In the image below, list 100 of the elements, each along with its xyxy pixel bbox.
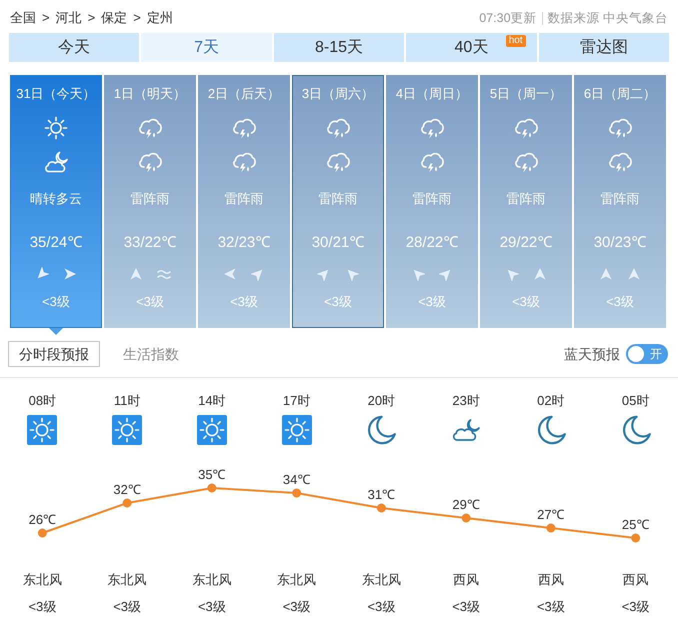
temperature-label: 34℃ bbox=[282, 472, 310, 487]
wind-level: <3级 bbox=[136, 293, 164, 310]
weather-text: 雷阵雨 bbox=[130, 190, 170, 207]
day-card[interactable]: 2日（后天） 雷阵雨 32/23℃ <3级 bbox=[198, 75, 290, 328]
wind-direction: 东北风 bbox=[362, 571, 401, 588]
weather-text: 雷阵雨 bbox=[224, 190, 264, 207]
breadcrumb-separator: > bbox=[88, 9, 96, 28]
sub-tab[interactable]: 生活指数 bbox=[112, 341, 190, 367]
temperature-range: 30/23℃ bbox=[594, 233, 646, 253]
wind-level: <3级 bbox=[622, 598, 650, 615]
day-card[interactable]: 6日（周二） 雷阵雨 30/23℃ <3级 bbox=[574, 75, 666, 328]
cloud-moon-icon bbox=[43, 150, 69, 174]
tab[interactable]: 今天 bbox=[9, 33, 140, 62]
temperature-range: 29/22℃ bbox=[500, 233, 552, 253]
day-label: 31日（今天） bbox=[16, 85, 96, 102]
temperature-range: 33/22℃ bbox=[124, 233, 176, 253]
temperature-point bbox=[546, 524, 556, 532]
temperature-label: 31℃ bbox=[368, 487, 396, 502]
wavy-lines-icon bbox=[157, 267, 171, 281]
moon-icon bbox=[620, 415, 651, 445]
wind-arrow-icon bbox=[505, 267, 519, 281]
wind-direction: 东北风 bbox=[277, 571, 316, 588]
day-label: 1日（明天） bbox=[114, 85, 186, 102]
sun-icon bbox=[112, 415, 142, 445]
sun-icon bbox=[43, 116, 69, 140]
wind-direction: 东北风 bbox=[22, 571, 62, 588]
breadcrumb-separator: > bbox=[42, 9, 50, 28]
hot-badge: hot bbox=[506, 35, 526, 47]
thunderstorm-icon bbox=[513, 116, 539, 140]
thunderstorm-icon bbox=[513, 150, 539, 174]
day-label: 6日（周二） bbox=[584, 85, 656, 102]
wind-arrow-icon bbox=[223, 267, 237, 281]
day-card[interactable]: 1日（明天） 雷阵雨 33/22℃ <3级 bbox=[104, 75, 196, 328]
thunderstorm-icon bbox=[231, 116, 257, 140]
temperature-range: 35/24℃ bbox=[30, 233, 82, 253]
wind-direction: 东北风 bbox=[108, 571, 147, 588]
hour-label: 02时 bbox=[537, 392, 565, 409]
hour-label: 20时 bbox=[368, 392, 396, 409]
thunderstorm-icon bbox=[607, 116, 633, 140]
wind-arrow-icon bbox=[129, 267, 143, 281]
toggle-label: 蓝天预报 bbox=[564, 344, 620, 364]
thunderstorm-icon bbox=[325, 150, 351, 174]
wind-arrow-icon bbox=[439, 267, 453, 281]
temperature-point bbox=[207, 484, 216, 492]
tab[interactable]: 40天 hot bbox=[406, 33, 537, 62]
day-card[interactable]: 5日（周一） 雷阵雨 29/22℃ <3级 bbox=[480, 75, 572, 328]
tab[interactable]: 7天 bbox=[141, 33, 272, 62]
wind-arrow-icon bbox=[599, 267, 613, 281]
wind-level: <3级 bbox=[367, 598, 396, 615]
temperature-label: 26℃ bbox=[28, 512, 56, 527]
wind-level: <3级 bbox=[536, 598, 565, 615]
thunderstorm-icon bbox=[137, 116, 163, 140]
hour-label: 14时 bbox=[198, 392, 226, 409]
sun-icon bbox=[27, 415, 58, 445]
wind-level: <3级 bbox=[282, 598, 311, 615]
day-card[interactable]: 3日（周六） 雷阵雨 30/21℃ <3级 bbox=[292, 75, 384, 328]
temperature-point bbox=[38, 528, 47, 538]
thunderstorm-icon bbox=[419, 116, 445, 140]
day-label: 2日（后天） bbox=[208, 85, 280, 102]
tab[interactable]: 雷达图 bbox=[538, 33, 669, 62]
wind-level: <3级 bbox=[198, 598, 226, 615]
breadcrumb-link[interactable]: 河北 bbox=[56, 8, 82, 28]
hour-label: 17时 bbox=[282, 392, 310, 409]
wind-arrow-icon bbox=[35, 267, 49, 281]
wind-level: <3级 bbox=[42, 293, 70, 310]
wind-level: <3级 bbox=[512, 293, 540, 310]
breadcrumb-separator: > bbox=[133, 9, 141, 28]
wind-level: <3级 bbox=[606, 293, 634, 310]
weather-text: 雷阵雨 bbox=[412, 190, 452, 207]
day-label: 3日（周六） bbox=[302, 85, 374, 102]
temperature-point bbox=[122, 498, 132, 508]
temperature-label: 25℃ bbox=[622, 517, 650, 532]
temperature-point bbox=[376, 504, 386, 512]
wind-level: <3级 bbox=[324, 293, 352, 310]
day-card[interactable]: 4日（周日） 雷阵雨 28/22℃ <3级 bbox=[386, 75, 478, 328]
breadcrumb-link[interactable]: 全国 bbox=[10, 8, 36, 28]
temperature-label: 29℃ bbox=[452, 497, 480, 512]
moon-icon bbox=[536, 415, 566, 445]
thunderstorm-icon bbox=[137, 150, 163, 174]
hour-label: 23时 bbox=[452, 392, 480, 409]
temperature-label: 32℃ bbox=[113, 482, 141, 497]
hour-label: 08时 bbox=[28, 392, 56, 409]
temperature-point bbox=[292, 488, 302, 498]
weather-text: 雷阵雨 bbox=[506, 190, 546, 207]
tab[interactable]: 8-15天 bbox=[274, 33, 404, 62]
wind-direction: 西风 bbox=[538, 571, 564, 588]
wind-direction: 西风 bbox=[453, 571, 480, 588]
day-label: 4日（周日） bbox=[396, 85, 468, 102]
wind-level: <3级 bbox=[113, 598, 142, 615]
temperature-range: 30/21℃ bbox=[312, 233, 364, 253]
wind-arrow-icon bbox=[317, 267, 331, 281]
wind-arrow-icon bbox=[63, 267, 77, 281]
hour-label: 11时 bbox=[114, 392, 140, 409]
sub-tab[interactable]: 分时段预报 bbox=[8, 341, 100, 367]
wind-direction: 西风 bbox=[622, 571, 649, 588]
toggle-switch[interactable]: 开 bbox=[626, 344, 668, 364]
thunderstorm-icon bbox=[419, 150, 445, 174]
temperature-label: 27℃ bbox=[537, 507, 565, 522]
breadcrumb-link[interactable]: 保定 bbox=[101, 8, 128, 28]
breadcrumb-link[interactable]: 定州 bbox=[146, 8, 173, 28]
